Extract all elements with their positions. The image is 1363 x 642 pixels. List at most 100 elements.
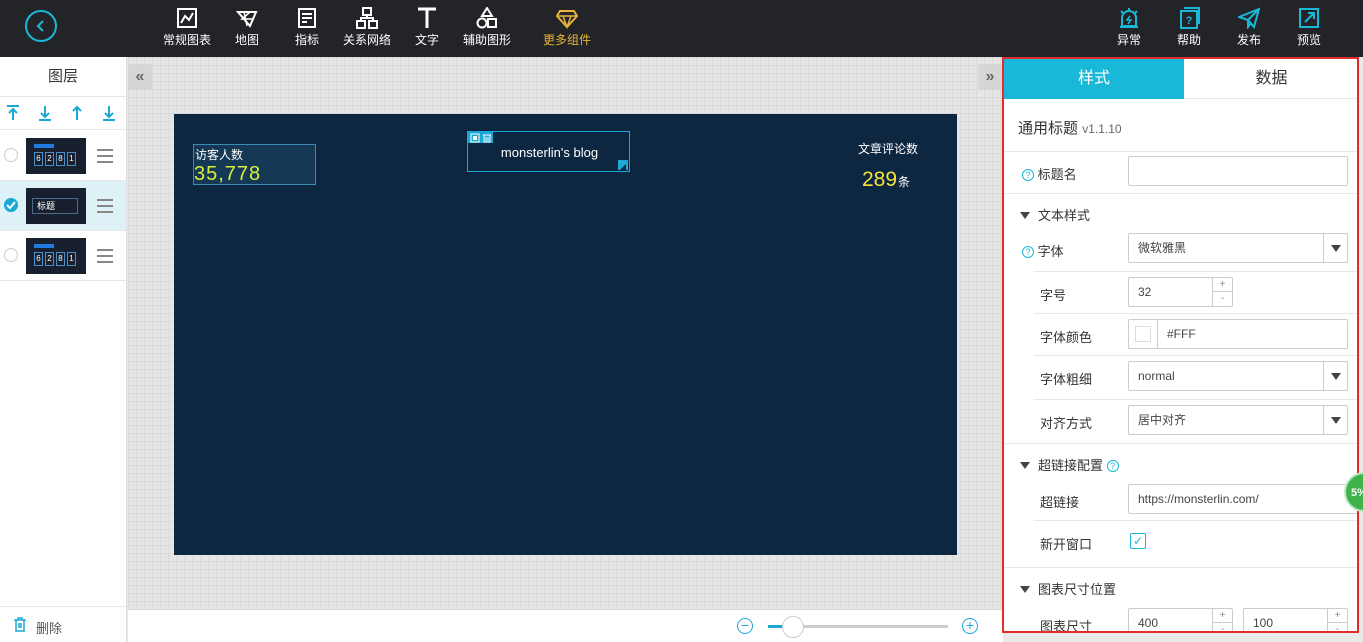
decrement-icon[interactable]: - (1328, 623, 1347, 631)
help-circle-icon[interactable]: ? (1022, 246, 1034, 258)
new-window-checkbox[interactable]: ✓ (1130, 533, 1146, 549)
layer-item[interactable]: 标题 (0, 181, 126, 231)
new-window-label: 新开窗口 (1040, 537, 1093, 552)
align-select[interactable]: 居中对齐 (1128, 405, 1348, 435)
thumb-digit: 1 (67, 152, 76, 166)
comment-count-widget[interactable]: 文章评论数 289条 (858, 140, 938, 191)
tool-indicator[interactable]: 指标 (294, 4, 320, 50)
visitor-value: 35,778 (194, 163, 262, 185)
resize-icon (620, 164, 626, 170)
collapse-left-button[interactable]: « (128, 64, 152, 90)
layer-thumbnail: 6 2 8 1 (26, 238, 86, 274)
help-circle-icon[interactable]: ? (1022, 169, 1034, 181)
tab-data[interactable]: 数据 (1184, 59, 1357, 99)
font-color-value: #FFF (1167, 327, 1196, 341)
visitor-count-widget[interactable]: 访客人数 35,778 (193, 144, 316, 185)
resize-handle[interactable] (618, 160, 628, 170)
layer-radio[interactable] (4, 198, 18, 212)
font-color-input[interactable]: #FFF (1128, 319, 1348, 349)
align-value: 居中对齐 (1138, 413, 1187, 427)
component-title: 通用标题 v1.1.10 (1018, 117, 1122, 138)
font-color-label: 字体颜色 (1040, 330, 1093, 345)
tool-alert[interactable]: 异常 (1115, 4, 1143, 50)
tool-network[interactable]: 关系网络 (342, 4, 392, 50)
font-label: 字体 (1037, 244, 1064, 259)
delete-layer-button[interactable]: 删除 (0, 606, 126, 642)
layer-radio[interactable] (4, 248, 18, 262)
thumb-digit: 6 (34, 152, 43, 166)
tool-preview[interactable]: 预览 (1295, 4, 1323, 50)
decrement-icon[interactable]: - (1213, 292, 1232, 306)
copy-icon[interactable] (470, 133, 480, 143)
title-widget[interactable]: monsterlin's blog (467, 131, 630, 172)
tool-help[interactable]: ? 帮助 (1175, 4, 1203, 50)
font-weight-label: 字体粗细 (1040, 372, 1093, 387)
zoom-in-button[interactable]: + (962, 618, 978, 634)
tool-chart[interactable]: 常规图表 (162, 4, 212, 50)
thumb-digit: 2 (45, 252, 54, 266)
chart-width-input[interactable]: 400 + - (1128, 608, 1233, 631)
font-size-input[interactable]: 32 + - (1128, 277, 1233, 307)
link-input[interactable]: https://monsterlin.com/ (1128, 484, 1357, 514)
tool-label: 辅助图形 (462, 33, 511, 47)
collapse-right-button[interactable]: » (978, 64, 1002, 90)
thumb-digit: 6 (34, 252, 43, 266)
align-label: 对齐方式 (1040, 416, 1093, 431)
color-swatch[interactable] (1135, 326, 1151, 342)
menu-icon[interactable] (96, 199, 114, 216)
increment-icon[interactable]: + (1328, 609, 1347, 623)
layer-item[interactable]: 6 2 8 1 (0, 231, 126, 281)
increment-icon[interactable]: + (1213, 609, 1232, 623)
widget-controls (468, 132, 493, 143)
svg-text:?: ? (1186, 15, 1193, 27)
diamond-icon (555, 10, 579, 30)
check-icon (6, 201, 16, 210)
height-stepper[interactable]: + - (1327, 609, 1347, 631)
font-select[interactable]: 微软雅黑 (1128, 233, 1348, 263)
zoom-out-button[interactable]: − (737, 618, 753, 634)
zoom-slider[interactable] (768, 616, 948, 638)
font-weight-select[interactable]: normal (1128, 361, 1348, 391)
tool-shapes[interactable]: 辅助图形 (462, 4, 512, 50)
font-value: 微软雅黑 (1138, 241, 1187, 255)
tab-style[interactable]: 样式 (1004, 59, 1184, 99)
move-down-icon[interactable] (38, 105, 52, 124)
tool-label: 帮助 (1176, 33, 1201, 47)
move-top-icon[interactable] (70, 105, 84, 124)
comments-value: 289 (862, 168, 898, 191)
network-icon (356, 7, 378, 29)
thumb-digit: 8 (56, 252, 65, 266)
font-size-stepper[interactable]: + - (1212, 278, 1232, 306)
menu-icon[interactable] (96, 149, 114, 166)
tool-label: 文字 (414, 33, 439, 47)
tool-publish[interactable]: 发布 (1235, 4, 1263, 50)
text-style-section[interactable]: 文本样式 (1020, 205, 1090, 224)
tool-map[interactable]: 地图 (233, 4, 261, 50)
back-button[interactable] (25, 10, 57, 42)
layer-item[interactable]: 6 2 8 1 (0, 131, 126, 181)
layer-radio[interactable] (4, 148, 18, 162)
help-circle-icon[interactable]: ? (1106, 460, 1119, 472)
zoom-knob[interactable] (782, 616, 804, 638)
title-name-input[interactable] (1128, 156, 1348, 186)
trash-icon[interactable] (482, 133, 492, 143)
thumb-digit: 2 (45, 152, 54, 166)
layer-thumbnail: 6 2 8 1 (26, 138, 86, 174)
size-position-section[interactable]: 图表尺寸位置 (1020, 579, 1116, 598)
tool-text[interactable]: 文字 (414, 4, 440, 50)
link-section[interactable]: 超链接配置 ? (1020, 455, 1119, 474)
tool-more[interactable]: 更多组件 (542, 4, 592, 50)
menu-icon[interactable] (96, 249, 114, 266)
plus-icon: + (965, 617, 975, 633)
move-up-icon[interactable] (6, 105, 20, 124)
property-panel: 样式 数据 通用标题 v1.1.10 ? 标题名 文本样式 ? 字体 微软雅黑 … (1002, 57, 1359, 633)
decrement-icon[interactable]: - (1213, 623, 1232, 631)
increment-icon[interactable]: + (1213, 278, 1232, 292)
tool-label: 预览 (1296, 33, 1321, 47)
width-stepper[interactable]: + - (1212, 609, 1232, 631)
move-bottom-icon[interactable] (102, 105, 116, 124)
chart-height-input[interactable]: 100 + - (1243, 608, 1348, 631)
tool-label: 发布 (1236, 33, 1261, 47)
layer-thumbnail: 标题 (26, 188, 86, 224)
publish-icon (1236, 7, 1261, 30)
